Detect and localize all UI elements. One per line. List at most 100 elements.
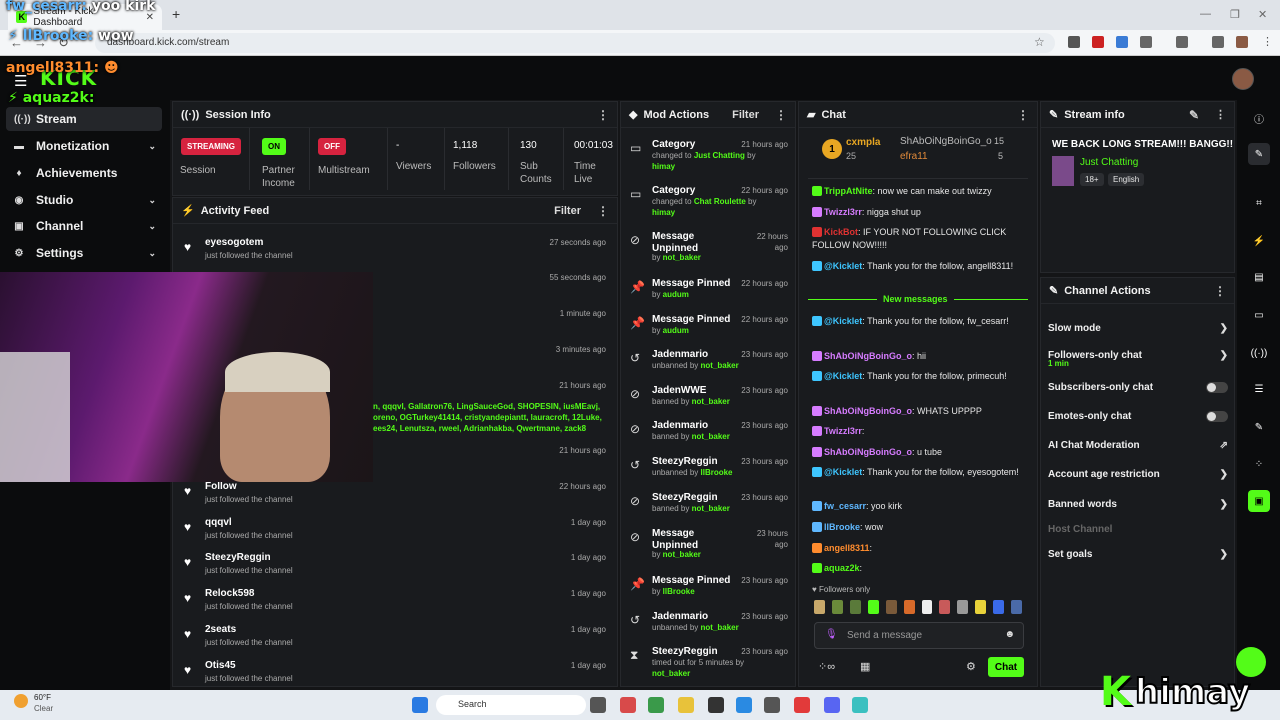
microphone-icon[interactable]: 🎙 — [825, 629, 838, 640]
category-link[interactable]: Just Chatting — [1080, 157, 1138, 168]
emote-icon[interactable] — [814, 600, 825, 614]
extension-icon[interactable] — [1116, 36, 1128, 48]
app-icon[interactable]: ▣ — [1248, 490, 1270, 512]
sidebar-item-settings[interactable]: ⚙ Settings ⌄ — [6, 241, 162, 265]
channel-action-subscribers-only-chat[interactable]: Subscribers-only chat — [1048, 377, 1228, 397]
maximize-icon[interactable]: ❐ — [1230, 8, 1240, 21]
minimize-icon[interactable]: — — [1200, 8, 1211, 20]
chat-username[interactable]: angell8311 — [824, 543, 870, 553]
follower-name[interactable]: 2seats — [205, 624, 236, 635]
follower-name[interactable]: SteezyReggin — [205, 552, 271, 563]
document-icon[interactable]: ▤ — [1248, 266, 1270, 288]
sidebar-item-monetization[interactable]: ▬ Monetization ⌄ — [6, 134, 162, 158]
chat-username[interactable]: ShAbOiNgBoinGo_o — [824, 447, 912, 457]
close-window-icon[interactable]: ✕ — [1258, 8, 1267, 21]
more-options-icon[interactable]: ⋮ — [775, 108, 787, 122]
emote-icon[interactable] — [975, 600, 987, 614]
chat-username[interactable]: Twizzl3rr — [824, 207, 862, 217]
emote-icon[interactable] — [831, 600, 843, 614]
sidebar-item-stream[interactable]: ((·)) Stream — [6, 107, 162, 131]
channel-action-emotes-only-chat[interactable]: Emotes-only chat — [1048, 406, 1228, 426]
emoji-icon[interactable]: ☻ — [1004, 629, 1015, 640]
moderator-name[interactable]: not_baker — [652, 669, 690, 678]
follower-name[interactable]: Follow — [205, 481, 237, 492]
chat-username[interactable]: @Kicklet — [824, 371, 862, 381]
lightning-icon[interactable]: ⚡ — [1248, 230, 1270, 252]
chrome-icon[interactable] — [648, 697, 664, 713]
chat-username[interactable]: @Kicklet — [824, 316, 862, 326]
profile-icon[interactable] — [1236, 36, 1248, 48]
app-icon[interactable] — [764, 697, 780, 713]
moderator-name[interactable]: llBrooke — [663, 587, 695, 596]
bookmark-star-icon[interactable]: ☆ — [1034, 35, 1045, 49]
wrench-icon[interactable]: ✎ — [1248, 416, 1270, 438]
moderator-name[interactable]: Just Chatting — [694, 151, 745, 160]
chat-username[interactable]: aquaz2k — [824, 563, 860, 573]
chat-username[interactable]: fw_cesarr — [824, 501, 866, 511]
broadcast-icon[interactable]: ((·)) — [1248, 342, 1270, 364]
puzzle-icon[interactable] — [1140, 36, 1152, 48]
taskview-icon[interactable] — [590, 697, 606, 713]
chat-username[interactable]: ShAbOiNgBoinGo_o — [824, 351, 912, 361]
follower-name[interactable]: eyesogotem — [205, 237, 263, 248]
taskbar-search[interactable]: Search — [436, 695, 586, 715]
extension-icon[interactable] — [1068, 36, 1080, 48]
edge-icon[interactable] — [736, 697, 752, 713]
edit-icon[interactable]: ✎ — [1189, 108, 1199, 122]
discord-icon[interactable] — [824, 697, 840, 713]
emote-icon[interactable] — [957, 600, 969, 614]
extension-icon[interactable] — [1092, 36, 1104, 48]
scan-icon[interactable]: ⌗ — [1248, 192, 1270, 214]
new-tab-icon[interactable]: + — [172, 6, 180, 22]
reading-list-icon[interactable] — [1212, 36, 1224, 48]
channel-action-banned-words[interactable]: Banned words ❯ — [1048, 494, 1228, 514]
follower-name[interactable]: Otis45 — [205, 660, 236, 671]
emote-icon[interactable] — [885, 600, 897, 614]
channel-action-host-channel[interactable]: Host Channel — [1048, 519, 1228, 539]
app-icon[interactable] — [852, 697, 868, 713]
emote-icon[interactable] — [849, 600, 861, 614]
top-gifter-name[interactable]: cxmpla — [846, 137, 880, 148]
off-badge[interactable]: OFF — [318, 138, 346, 155]
moderator-name[interactable]: audum — [663, 290, 689, 299]
channel-action-ai-chat-moderation[interactable]: AI Chat Moderation ⇗ — [1048, 435, 1228, 455]
chat-username[interactable]: @Kicklet — [824, 467, 862, 477]
moderator-name[interactable]: not_baker — [701, 623, 739, 632]
app-icon[interactable] — [708, 697, 724, 713]
moderator-name[interactable]: llBrooke — [701, 468, 733, 477]
moderator-name[interactable]: not_baker — [692, 397, 730, 406]
sidebar-item-channel[interactable]: ▣ Channel ⌄ — [6, 214, 162, 238]
info-icon[interactable]: ⓘ — [1248, 107, 1270, 129]
toggle-switch[interactable] — [1206, 381, 1228, 393]
channel-action-followers-only-chat[interactable]: Followers-only chat 1 min ❯ — [1048, 345, 1228, 369]
sidebar-item-achievements[interactable]: ♦ Achievements — [6, 161, 162, 185]
moderator-name[interactable]: himay — [652, 162, 675, 171]
sidebar-item-studio[interactable]: ◉ Studio ⌄ — [6, 188, 162, 212]
emote-icon[interactable] — [939, 600, 951, 614]
emote-icon[interactable] — [993, 600, 1005, 614]
more-options-icon[interactable]: ⋮ — [597, 204, 609, 218]
moderator-name[interactable]: not_baker — [663, 253, 701, 262]
channel-action-account-age-restriction[interactable]: Account age restriction ❯ — [1048, 464, 1228, 484]
avatar[interactable] — [1232, 68, 1254, 90]
chat-input[interactable]: 🎙 Send a message ☻ — [814, 622, 1024, 649]
more-options-icon[interactable]: ⋮ — [1017, 108, 1029, 122]
gear-icon[interactable]: ⚙ — [966, 660, 976, 673]
moderator-name[interactable]: not_baker — [701, 361, 739, 370]
follower-name[interactable]: Relock598 — [205, 588, 254, 599]
moderator-name[interactable]: Chat Roulette — [694, 197, 746, 206]
users-icon[interactable]: ⁘ — [1248, 453, 1270, 475]
chat-username[interactable]: @Kicklet — [824, 261, 862, 271]
category-thumbnail[interactable] — [1052, 156, 1074, 186]
app-icon[interactable] — [620, 697, 636, 713]
moderator-name[interactable]: not_baker — [663, 550, 701, 559]
top-gifter-name[interactable]: ShAbOiNgBoinGo_o — [900, 136, 992, 147]
chat-username[interactable]: Twizzl3rr — [824, 426, 862, 436]
emote-icon[interactable] — [1011, 600, 1023, 614]
media-icon[interactable] — [1176, 36, 1188, 48]
moderator-name[interactable]: not_baker — [692, 504, 730, 513]
moderator-name[interactable]: audum — [663, 326, 689, 335]
emote-icon[interactable] — [921, 600, 933, 614]
chat-username[interactable]: ShAbOiNgBoinGo_o — [824, 406, 912, 416]
follower-name[interactable]: qqqvl — [205, 517, 232, 528]
